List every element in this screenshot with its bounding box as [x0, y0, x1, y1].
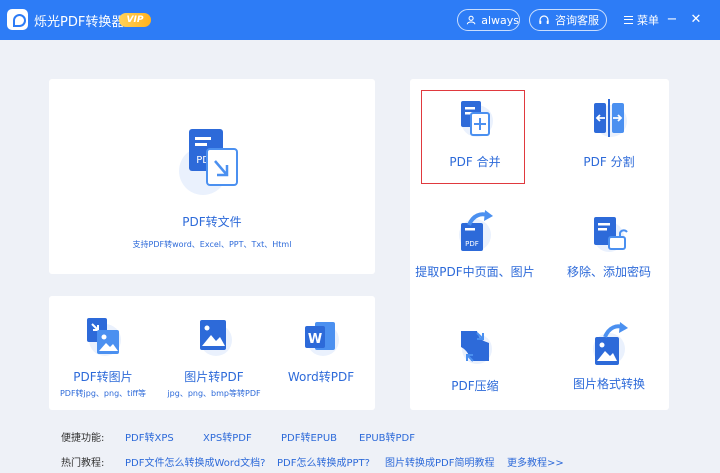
pdf-split-icon: [594, 99, 627, 137]
close-button[interactable]: ✕: [688, 11, 704, 27]
user-icon: [466, 15, 476, 25]
word-to-pdf-tool[interactable]: W Word转PDF: [281, 316, 361, 385]
link-pdf-to-xps[interactable]: PDF转XPS: [125, 429, 203, 444]
image-format-tool[interactable]: 图片格式转换: [547, 319, 671, 392]
word-icon-text: W: [308, 332, 322, 347]
extract-pages-icon: PDF: [459, 210, 493, 251]
link-pdf-to-epub[interactable]: PDF转EPUB: [281, 429, 359, 444]
password-tool[interactable]: 移除、添加密码: [547, 213, 671, 280]
user-name: always: [481, 13, 519, 27]
pdf-compress-tool[interactable]: PDF压缩: [423, 327, 527, 394]
pdf-to-image-label: PDF转图片: [73, 370, 133, 384]
tutorials-row: 热门教程: PDF文件怎么转换成Word文档? PDF怎么转换成PPT? 图片转…: [61, 454, 564, 469]
compress-icon: [461, 331, 492, 364]
word-to-pdf-icon: W: [305, 322, 339, 356]
app-logo-icon: [7, 9, 28, 30]
image-format-label: 图片格式转换: [572, 377, 645, 391]
link-more-tutorials[interactable]: 更多教程>>: [507, 454, 564, 469]
word-to-pdf-label: Word转PDF: [287, 370, 355, 384]
shortcuts-row: 便捷功能: PDF转XPS XPS转PDF PDF转EPUB EPUB转PDF: [61, 429, 415, 444]
password-label: 移除、添加密码: [566, 265, 651, 279]
image-to-pdf-icon: [200, 320, 232, 356]
lock-document-icon: [594, 217, 628, 252]
vip-badge[interactable]: VIP: [119, 13, 151, 27]
link-tutorial-pdf-to-word[interactable]: PDF文件怎么转换成Word文档?: [125, 454, 277, 469]
extract-pages-tool[interactable]: PDF 提取PDF中页面、图片: [413, 209, 537, 280]
shortcuts-label: 便捷功能:: [61, 433, 105, 444]
quick-tools-card: PDF转图片 PDF转jpg、png、tiff等 图片转PDF jpg、png、…: [49, 296, 375, 410]
menu-icon: [624, 16, 633, 24]
image-to-pdf-tool[interactable]: 图片转PDF jpg、png、bmp等转PDF: [167, 316, 261, 399]
app-title: 烁光PDF转换器: [34, 15, 125, 30]
tutorials-label: 热门教程:: [61, 458, 105, 469]
image-format-icon: [593, 322, 628, 365]
minimize-button[interactable]: −: [664, 11, 680, 27]
pdf-to-file-sub: 支持PDF转word、Excel、PPT、Txt、Html: [132, 240, 292, 249]
pdf-to-file-card[interactable]: PDF PDF转文件 支持PDF转word、Excel、PPT、Txt、Html: [49, 79, 375, 274]
pdf-to-image-icon: [87, 318, 121, 356]
pdf-to-file-label: PDF转文件: [182, 215, 242, 229]
user-account-button[interactable]: always: [457, 9, 520, 31]
link-epub-to-pdf[interactable]: EPUB转PDF: [359, 429, 415, 444]
image-to-pdf-sub: jpg、png、bmp等转PDF: [167, 389, 261, 398]
pdf-split-label: PDF 分割: [583, 155, 635, 169]
pdf-to-image-sub: PDF转jpg、png、tiff等: [59, 389, 147, 398]
menu-label: 菜单: [637, 14, 659, 27]
pdf-to-image-tool[interactable]: PDF转图片 PDF转jpg、png、tiff等: [59, 316, 147, 399]
link-xps-to-pdf[interactable]: XPS转PDF: [203, 429, 281, 444]
image-to-pdf-label: 图片转PDF: [184, 370, 244, 384]
customer-support-button[interactable]: 咨询客服: [529, 9, 607, 31]
pdf-to-file-tool[interactable]: PDF PDF转文件 支持PDF转word、Excel、PPT、Txt、Html: [49, 125, 375, 250]
link-tutorial-image-to-pdf[interactable]: 图片转换成PDF简明教程: [385, 454, 507, 469]
pdf-split-tool[interactable]: PDF 分割: [557, 97, 661, 170]
headset-icon: [539, 15, 549, 24]
extract-icon-text: PDF: [465, 240, 479, 248]
link-tutorial-pdf-to-ppt[interactable]: PDF怎么转换成PPT?: [277, 454, 385, 469]
selection-highlight: [421, 90, 525, 184]
menu-button[interactable]: 菜单: [624, 12, 659, 28]
pdf-convert-icon: PDF: [179, 129, 238, 195]
pdf-compress-label: PDF压缩: [451, 379, 499, 393]
title-bar: 烁光PDF转换器 VIP always 咨询客服 菜单 − ✕: [0, 0, 720, 40]
extract-pages-label: 提取PDF中页面、图片: [415, 265, 535, 279]
support-label: 咨询客服: [555, 14, 599, 27]
